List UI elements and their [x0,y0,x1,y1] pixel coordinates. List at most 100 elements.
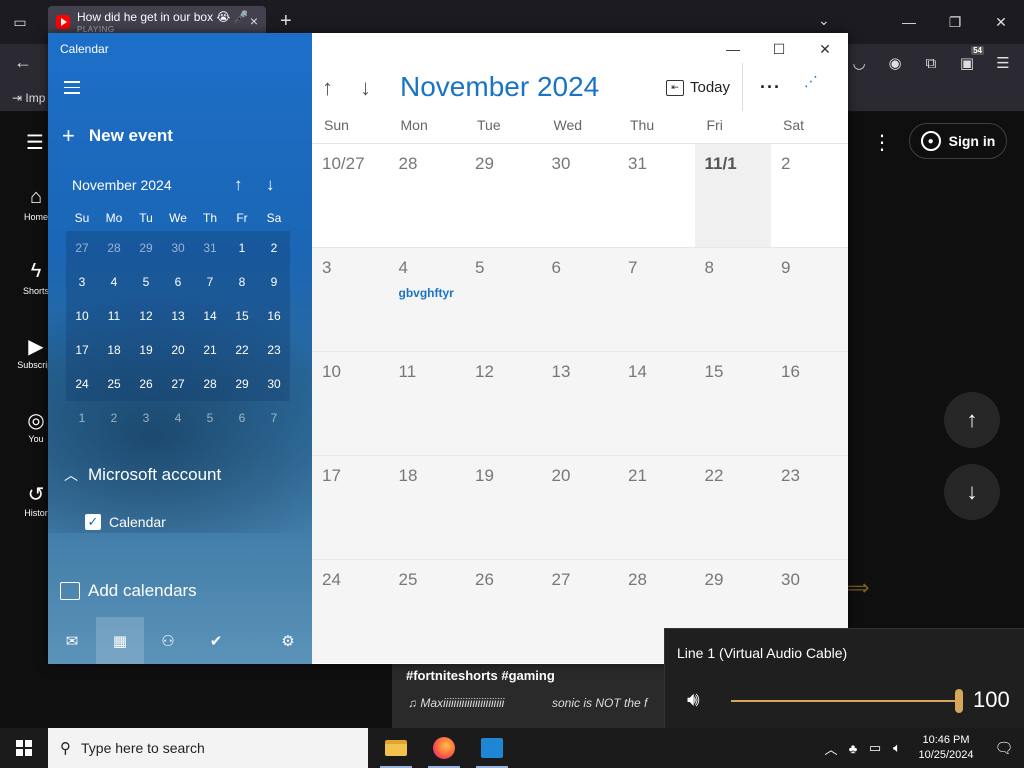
mini-day[interactable]: 10 [66,299,98,333]
mini-day[interactable]: 24 [66,367,98,401]
mini-day[interactable]: 13 [162,299,194,333]
month-title[interactable]: November 2024 [400,71,599,103]
tab-overflow-icon[interactable]: ⌄ [818,12,830,29]
mini-day[interactable]: 3 [130,401,162,435]
notifications-icon[interactable]: 🗨︎ [984,739,1024,757]
day-cell[interactable]: 5 [465,248,542,351]
volume-slider-thumb[interactable] [955,689,963,713]
minimize-icon[interactable]: — [710,33,756,65]
pocket-icon[interactable]: ◡ [848,52,870,74]
day-cell[interactable]: 11 [389,352,466,455]
calendar-icon[interactable]: ▦ [96,617,144,664]
mini-day[interactable]: 30 [162,231,194,265]
account-section-header[interactable]: ︿ Microsoft account [64,465,221,485]
mini-calendar-month[interactable]: November 2024 [72,177,172,193]
next-month-icon[interactable]: ↓ [360,75,371,101]
import-bookmarks-link[interactable]: ⇥ Imp [12,91,45,105]
day-cell[interactable]: 13 [542,352,619,455]
day-cell[interactable]: 31 [618,144,695,247]
day-cell[interactable]: 9 [771,248,848,351]
short-music-title[interactable]: sonic is NOT the f [552,696,647,710]
mini-day[interactable]: 1 [226,231,258,265]
day-cell[interactable]: 12 [465,352,542,455]
short-hashtags[interactable]: #fortniteshorts #gaming [406,668,555,683]
mini-day[interactable]: 4 [162,401,194,435]
todo-icon[interactable]: ✔ [192,617,240,664]
mini-day[interactable]: 17 [66,333,98,367]
close-icon[interactable]: ✕ [978,0,1024,44]
mini-day[interactable]: 2 [258,231,290,265]
app-menu-icon[interactable]: ☰ [992,52,1014,74]
new-tab-button[interactable]: + [280,10,292,33]
day-cell[interactable]: 22 [695,456,772,559]
mini-day[interactable]: 22 [226,333,258,367]
mini-day[interactable]: 30 [258,367,290,401]
day-cell[interactable]: 7 [618,248,695,351]
day-cell[interactable]: 29 [465,144,542,247]
day-cell[interactable]: 19 [465,456,542,559]
day-cell[interactable]: 10 [312,352,389,455]
mini-day[interactable]: 2 [98,401,130,435]
day-cell[interactable]: 4 gbvghftyr [389,248,466,351]
short-music[interactable]: ♫ Maxiiiiiiiiiiiiiiiiiiiiiii [408,696,504,710]
day-cell[interactable]: 28 [388,144,465,247]
people-tray-icon[interactable]: ♣ [842,741,864,756]
day-cell[interactable]: 15 [695,352,772,455]
restore-icon[interactable]: ❐ [932,0,978,44]
day-cell[interactable]: 17 [312,456,389,559]
taskbar-calendar[interactable] [468,728,516,768]
audio-device-name[interactable]: Line 1 (Virtual Audio Cable) [677,645,847,661]
mini-day[interactable]: 27 [162,367,194,401]
volume-slider-track[interactable] [731,700,959,702]
day-cell[interactable]: 24 [312,560,389,663]
day-cell[interactable]: 27 [542,560,619,663]
maximize-icon[interactable]: ☐ [756,33,802,65]
mini-day[interactable]: 1 [66,401,98,435]
youtube-kebab-icon[interactable]: ⋮ [872,130,892,155]
tab-list-icon[interactable]: ▭ [10,12,30,32]
day-cell[interactable]: 26 [465,560,542,663]
mini-day[interactable]: 6 [162,265,194,299]
youtube-menu-icon[interactable]: ☰ [26,130,44,155]
day-cell[interactable]: 20 [542,456,619,559]
mini-day[interactable]: 14 [194,299,226,333]
mini-day[interactable]: 7 [258,401,290,435]
today-button[interactable]: ⇤ Today [666,79,730,96]
day-cell[interactable]: 23 [771,456,848,559]
day-cell[interactable]: 25 [389,560,466,663]
tab-close-icon[interactable]: × [250,14,258,28]
taskbar-search-box[interactable]: ⚲ Type here to search [48,728,368,768]
previous-short-button[interactable]: ↑ [944,392,1000,448]
mini-day[interactable]: 4 [98,265,130,299]
day-cell[interactable]: 18 [389,456,466,559]
mini-day[interactable]: 20 [162,333,194,367]
chevron-up-icon[interactable]: ︿ [820,739,842,758]
mini-day[interactable]: 6 [226,401,258,435]
calendar-visibility-checkbox[interactable]: ✓ Calendar [85,514,166,530]
mini-day[interactable]: 23 [258,333,290,367]
mini-day[interactable]: 12 [130,299,162,333]
sign-in-button[interactable]: ● Sign in [909,123,1007,159]
more-options-button[interactable]: ··· [760,77,781,98]
day-cell[interactable]: 11/1 [694,144,771,247]
mini-day[interactable]: 16 [258,299,290,333]
people-icon[interactable]: ⚇ [144,617,192,664]
mini-prev-month-icon[interactable]: ↑ [234,175,243,195]
mini-day[interactable]: 5 [130,265,162,299]
minimize-icon[interactable]: — [886,0,932,44]
day-cell[interactable]: 2 [771,144,848,247]
account-icon[interactable]: ◉ [884,52,906,74]
taskbar-file-explorer[interactable] [372,728,420,768]
add-calendars-button[interactable]: Add calendars [60,581,197,601]
back-arrow-icon[interactable]: ← [14,52,32,73]
mini-day[interactable]: 31 [194,231,226,265]
checkbox-checked-icon[interactable]: ✓ [85,514,101,530]
new-event-button[interactable]: + New event [62,125,173,147]
mini-day[interactable]: 7 [194,265,226,299]
day-cell[interactable]: 14 [618,352,695,455]
mini-day[interactable]: 3 [66,265,98,299]
mini-next-month-icon[interactable]: ↓ [266,175,275,195]
mini-day[interactable]: 28 [194,367,226,401]
extensions-icon[interactable]: ⧉ [920,52,942,74]
day-cell[interactable]: 6 [542,248,619,351]
